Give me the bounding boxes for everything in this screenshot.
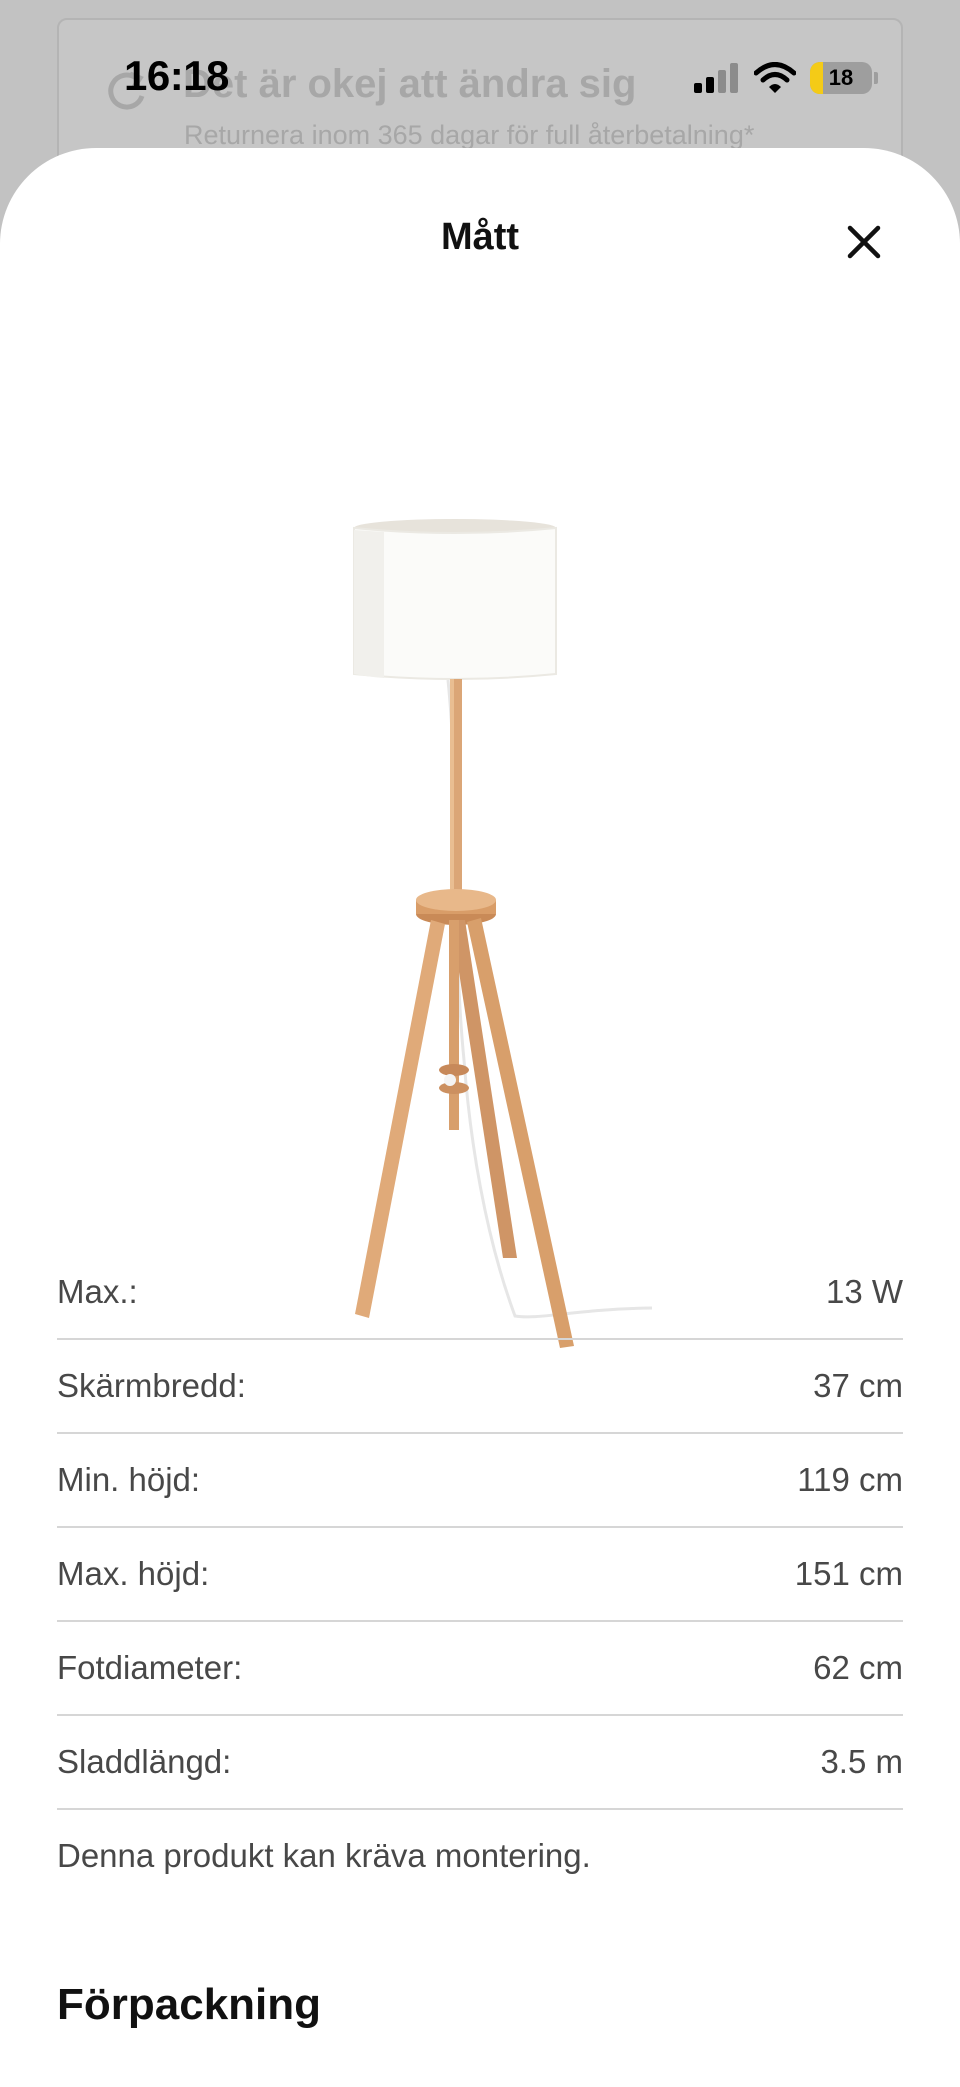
spec-value: 119 cm bbox=[797, 1461, 903, 1498]
floor-lamp-tripod-image bbox=[353, 519, 653, 1348]
spec-value: 62 cm bbox=[813, 1649, 903, 1686]
spec-value: 13 W bbox=[825, 1273, 903, 1310]
spec-label: Skärmbredd: bbox=[57, 1367, 246, 1404]
spec-row-base-diameter: Fotdiameter: 62 cm bbox=[57, 1622, 903, 1716]
spec-label: Max. höjd: bbox=[57, 1555, 210, 1592]
spec-row-min-height: Min. höjd: 119 cm bbox=[57, 1434, 903, 1528]
assembly-note: Denna produkt kan kräva montering. bbox=[57, 1837, 591, 1874]
dimensions-sheet: Mått Max.: 13 W Skärmbredd: 37 cm Min. h… bbox=[0, 148, 960, 2087]
spec-value: 151 cm bbox=[794, 1555, 903, 1592]
close-button[interactable] bbox=[836, 214, 892, 270]
wifi-icon bbox=[754, 62, 796, 93]
spec-value: 37 cm bbox=[813, 1367, 903, 1404]
battery-level: 18 bbox=[828, 65, 854, 90]
battery-nub bbox=[874, 72, 878, 84]
spec-row-max-height: Max. höjd: 151 cm bbox=[57, 1528, 903, 1622]
spec-row-cord-length: Sladdlängd: 3.5 m bbox=[57, 1716, 903, 1810]
spec-label: Max.: bbox=[57, 1273, 138, 1310]
spec-row-max-wattage: Max.: 13 W bbox=[57, 1246, 903, 1340]
spec-label: Min. höjd: bbox=[57, 1461, 201, 1498]
banner-title: Det är okej att ändra sig bbox=[183, 62, 637, 106]
spec-row-shade-width: Skärmbredd: 37 cm bbox=[57, 1340, 903, 1434]
status-time: 16:18 bbox=[124, 52, 229, 99]
spec-value: 3.5 m bbox=[820, 1743, 903, 1780]
signal-icon bbox=[694, 63, 738, 93]
sheet-title: Mått bbox=[440, 216, 520, 258]
banner-subtitle: Returnera inom 365 dagar för full återbe… bbox=[184, 120, 755, 150]
status-icons: 18 bbox=[694, 58, 878, 98]
packaging-heading: Förpackning bbox=[57, 1980, 322, 2029]
battery-icon: 18 bbox=[810, 62, 872, 94]
spec-list: Max.: 13 W Skärmbredd: 37 cm Min. höjd: … bbox=[57, 1246, 903, 1810]
spec-label: Fotdiameter: bbox=[57, 1649, 243, 1686]
close-icon bbox=[847, 225, 881, 259]
spec-label: Sladdlängd: bbox=[57, 1743, 232, 1780]
